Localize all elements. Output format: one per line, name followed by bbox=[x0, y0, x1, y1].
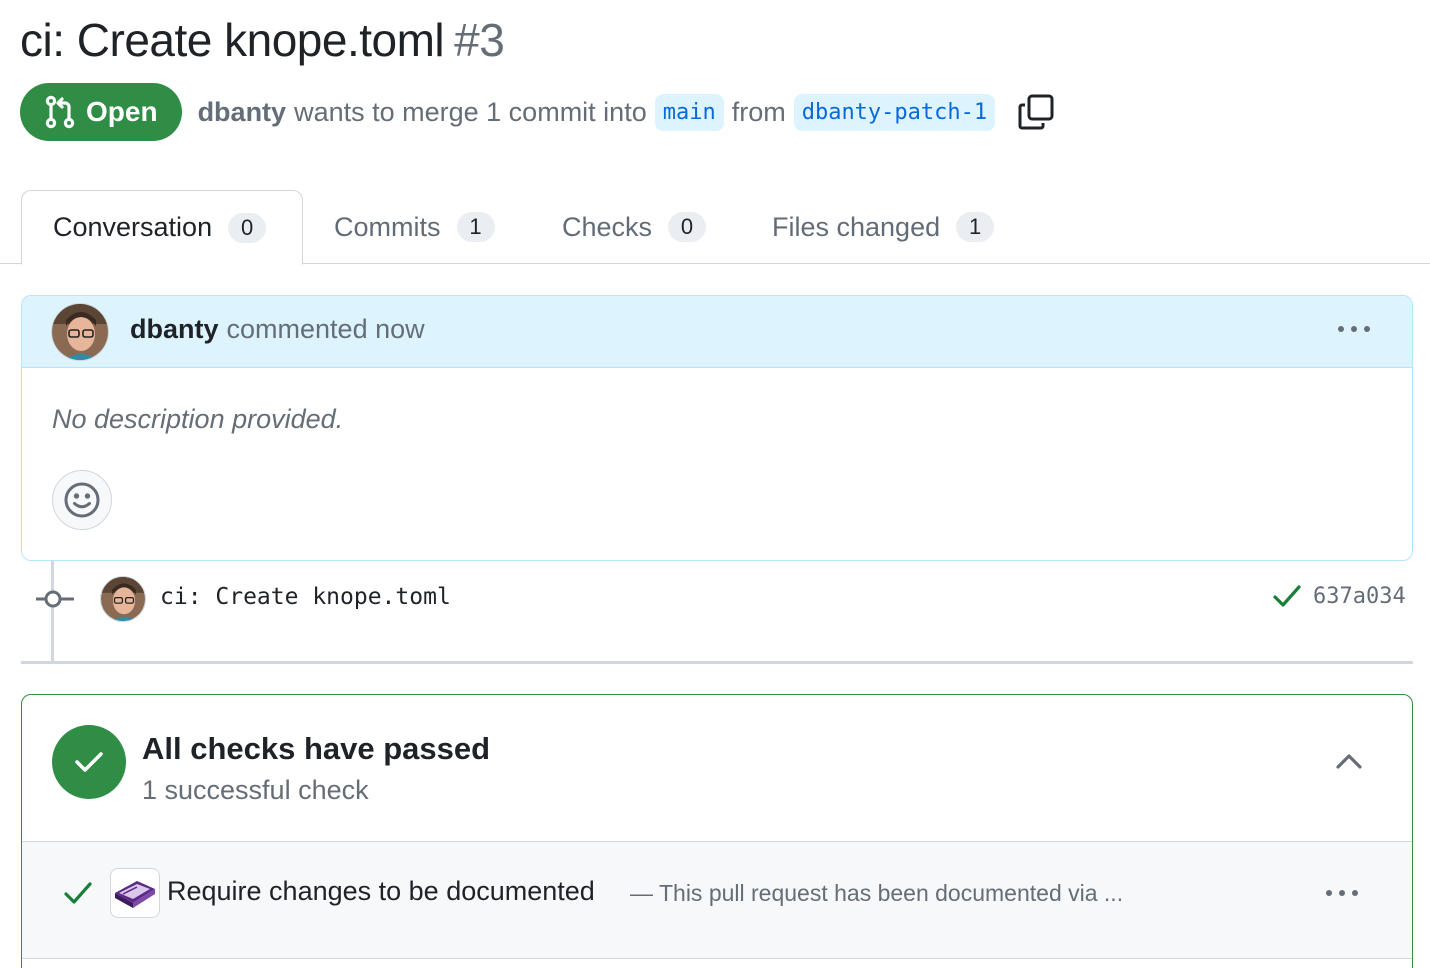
tab-counter: 0 bbox=[228, 212, 267, 243]
tab-counter: 1 bbox=[956, 212, 995, 242]
check-run-row: Require changes to be documented — This … bbox=[22, 841, 1412, 959]
comment-heading: dbanty commented now bbox=[130, 314, 425, 345]
pr-title: ci: Create knope.toml #3 bbox=[20, 12, 505, 68]
tab-conversation[interactable]: Conversation 0 bbox=[21, 190, 303, 265]
commit-sha-link[interactable]: 637a034 bbox=[1313, 584, 1406, 609]
comment-author[interactable]: dbanty bbox=[130, 314, 219, 344]
git-pull-request-icon bbox=[45, 95, 75, 129]
comment-action: commented now bbox=[226, 314, 425, 344]
comment-header: dbanty commented now bbox=[22, 296, 1412, 368]
git-commit-icon bbox=[36, 590, 74, 608]
check-icon bbox=[75, 752, 103, 772]
tab-label: Conversation bbox=[53, 212, 213, 242]
tab-counter: 0 bbox=[668, 212, 707, 242]
check-name-link[interactable]: Require changes to be documented bbox=[167, 876, 595, 907]
comment-body: No description provided. bbox=[52, 404, 344, 434]
merge-text: wants to merge 1 commit into bbox=[294, 96, 647, 127]
tab-counter: 1 bbox=[456, 212, 495, 242]
avatar-image bbox=[101, 577, 145, 621]
tab-label: Checks bbox=[562, 211, 653, 242]
author-link[interactable]: dbanty bbox=[198, 97, 287, 128]
state-badge-open: Open bbox=[20, 83, 182, 141]
check-options-button[interactable] bbox=[1326, 890, 1358, 896]
chevron-up-icon bbox=[1336, 754, 1362, 769]
checks-passed-icon bbox=[52, 725, 126, 799]
tab-files-changed[interactable]: Files changed 1 bbox=[772, 190, 995, 264]
pr-tabs: Conversation 0 Commits 1 Checks 0 Files … bbox=[0, 190, 1430, 265]
commit-message-link[interactable]: ci: Create knope.toml bbox=[160, 584, 451, 610]
kebab-dot bbox=[1339, 890, 1345, 896]
merge-checks-box: All checks have passed 1 successful chec… bbox=[21, 694, 1413, 968]
head-branch[interactable]: dbanty-patch-1 bbox=[793, 93, 996, 131]
timeline-divider bbox=[21, 661, 1413, 664]
kebab-dot bbox=[1364, 326, 1370, 332]
from-text: from bbox=[731, 96, 786, 127]
checks-subtitle: 1 successful check bbox=[142, 775, 369, 805]
commit-author-avatar[interactable] bbox=[100, 576, 146, 622]
base-branch[interactable]: main bbox=[654, 93, 724, 131]
check-description: — This pull request has been documented … bbox=[630, 880, 1124, 906]
comment-box: dbanty commented now No description provi… bbox=[21, 295, 1413, 561]
add-reaction-button[interactable] bbox=[52, 470, 112, 530]
tab-label: Files changed bbox=[772, 211, 941, 242]
checks-title: All checks have passed bbox=[142, 731, 491, 766]
pr-number: #3 bbox=[454, 14, 505, 66]
comment-options-button[interactable] bbox=[1338, 326, 1370, 332]
book-logo-icon bbox=[115, 881, 155, 908]
kebab-dot bbox=[1351, 326, 1357, 332]
avatar[interactable] bbox=[51, 303, 109, 361]
tab-checks[interactable]: Checks 0 bbox=[562, 190, 707, 264]
app-logo-icon bbox=[110, 868, 160, 918]
kebab-dot bbox=[1338, 326, 1344, 332]
copy-branch-button[interactable] bbox=[1017, 93, 1055, 131]
merge-summary: dbanty wants to merge 1 commit into main… bbox=[198, 93, 1056, 131]
collapse-checks-button[interactable] bbox=[1334, 751, 1364, 776]
tab-commits[interactable]: Commits 1 bbox=[334, 190, 495, 264]
avatar-image bbox=[52, 304, 108, 360]
check-icon bbox=[64, 882, 92, 904]
check-icon[interactable] bbox=[1272, 583, 1302, 609]
pr-meta-row: Open dbanty wants to merge 1 commit into… bbox=[20, 83, 1055, 141]
copy-icon bbox=[1018, 94, 1054, 130]
pr-title-text: ci: Create knope.toml bbox=[20, 14, 445, 66]
kebab-dot bbox=[1352, 890, 1358, 896]
smiley-icon bbox=[64, 482, 100, 518]
kebab-dot bbox=[1326, 890, 1332, 896]
tab-label: Commits bbox=[334, 211, 441, 242]
state-label: Open bbox=[86, 96, 158, 127]
